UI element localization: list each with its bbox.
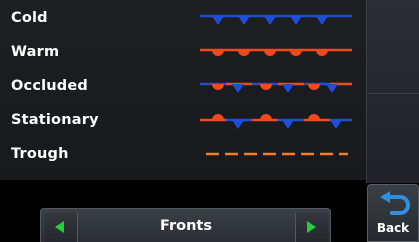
legend-label: Cold [11, 10, 48, 26]
next-button[interactable] [295, 213, 328, 242]
occluded-front-symbol [200, 82, 352, 93]
softkey-divider [367, 93, 419, 94]
legend-row-trough: Trough [0, 138, 366, 172]
legend-label: Warm [11, 44, 60, 60]
right-softkey-column [366, 0, 419, 183]
stationary-front-symbol [200, 114, 352, 129]
trough-symbol [206, 152, 348, 156]
back-button-label: Back [376, 221, 410, 235]
legend-row-warm: Warm [0, 36, 366, 70]
legend-row-cold: Cold [0, 2, 366, 36]
back-button[interactable]: Back [367, 184, 419, 242]
legend-label: Trough [11, 146, 69, 162]
previous-button[interactable] [45, 213, 78, 242]
triangle-left-icon [55, 221, 64, 233]
legend-label: Stationary [11, 112, 99, 128]
triangle-right-icon [307, 221, 316, 233]
legend-label: Occluded [11, 78, 89, 94]
selector-value[interactable]: Fronts [78, 213, 294, 242]
legend-row-occluded: Occluded [0, 70, 366, 104]
curved-back-arrow-icon [380, 191, 410, 215]
warm-front-symbol [200, 48, 352, 56]
legend-panel: Cold Warm Occluded Stationary Trough [0, 0, 366, 180]
cold-front-symbol [200, 14, 352, 25]
legend-row-stationary: Stationary [0, 104, 366, 138]
